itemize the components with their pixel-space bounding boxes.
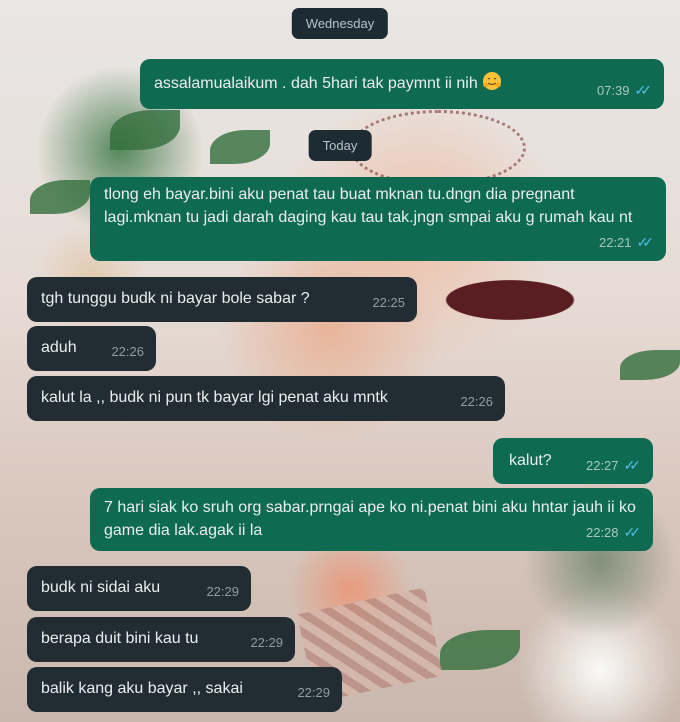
message-bubble[interactable]: kalut? 22:27 ✓✓	[493, 438, 653, 484]
read-receipt-icon: ✓✓	[623, 524, 642, 540]
message-time: 22:21	[598, 235, 632, 250]
message-time: 22:26	[111, 344, 144, 359]
message-meta: 22:28 ✓✓	[586, 521, 641, 544]
message-meta: 22:29	[250, 631, 283, 654]
message-time: 22:25	[372, 295, 405, 310]
wallpaper-leaf	[440, 630, 520, 670]
message-meta: 22:27 ✓✓	[586, 454, 641, 477]
message-time: 07:39	[596, 83, 630, 98]
message-time: 22:29	[206, 584, 239, 599]
message-bubble[interactable]: tgh tunggu budk ni bayar bole sabar ? 22…	[27, 277, 417, 322]
message-text: tlong eh bayar.bini aku penat tau buat m…	[104, 186, 633, 226]
message-text: berapa duit bini kau tu	[41, 630, 199, 647]
wallpaper-leaf	[210, 130, 270, 164]
wallpaper-leaf	[620, 350, 680, 380]
message-meta: 22:21 ✓✓	[599, 231, 654, 254]
message-time: 22:29	[250, 635, 283, 650]
message-bubble[interactable]: kalut la ,, budk ni pun tk bayar lgi pen…	[27, 376, 505, 421]
read-receipt-icon: ✓✓	[634, 82, 653, 98]
date-separator-wednesday: Wednesday	[291, 8, 389, 39]
message-bubble[interactable]: tlong eh bayar.bini aku penat tau buat m…	[90, 177, 666, 261]
message-meta: 22:25	[372, 291, 405, 314]
message-meta: 22:26	[111, 340, 144, 363]
read-receipt-icon: ✓✓	[636, 234, 655, 250]
date-separator-today: Today	[308, 130, 372, 161]
message-bubble[interactable]: 7 hari siak ko sruh org sabar.prngai ape…	[90, 488, 653, 551]
wallpaper-leaf	[110, 110, 180, 150]
message-meta: 22:29	[297, 681, 330, 704]
message-meta: 07:39 ✓✓	[597, 79, 652, 102]
smiling-face-with-open-hands-icon	[483, 72, 502, 90]
message-text: balik kang aku bayar ,, sakai	[41, 680, 243, 697]
wallpaper-henna-pattern	[350, 110, 526, 186]
message-text: 7 hari siak ko sruh org sabar.prngai ape…	[104, 499, 636, 539]
message-text: aduh	[41, 339, 77, 356]
message-time: 22:26	[460, 394, 493, 409]
message-text: kalut?	[509, 452, 552, 469]
message-time: 22:27	[585, 458, 619, 473]
message-bubble[interactable]: budk ni sidai aku 22:29	[27, 566, 251, 611]
message-bubble[interactable]: aduh 22:26	[27, 326, 156, 371]
message-bubble[interactable]: balik kang aku bayar ,, sakai 22:29	[27, 667, 342, 712]
message-meta: 22:29	[206, 580, 239, 603]
message-time: 22:29	[297, 685, 330, 700]
message-text: budk ni sidai aku	[41, 579, 161, 596]
message-bubble[interactable]: assalamualaikum . dah 5hari tak paymnt i…	[140, 59, 664, 109]
message-meta: 22:26	[460, 390, 493, 413]
read-receipt-icon: ✓✓	[623, 457, 642, 473]
message-text: kalut la ,, budk ni pun tk bayar lgi pen…	[41, 389, 388, 406]
message-text: tgh tunggu budk ni bayar bole sabar ?	[41, 290, 310, 307]
message-text: assalamualaikum . dah 5hari tak paymnt i…	[154, 75, 478, 92]
wallpaper-leaf	[30, 180, 90, 214]
message-time: 22:28	[585, 525, 619, 540]
message-bubble[interactable]: berapa duit bini kau tu 22:29	[27, 617, 295, 662]
